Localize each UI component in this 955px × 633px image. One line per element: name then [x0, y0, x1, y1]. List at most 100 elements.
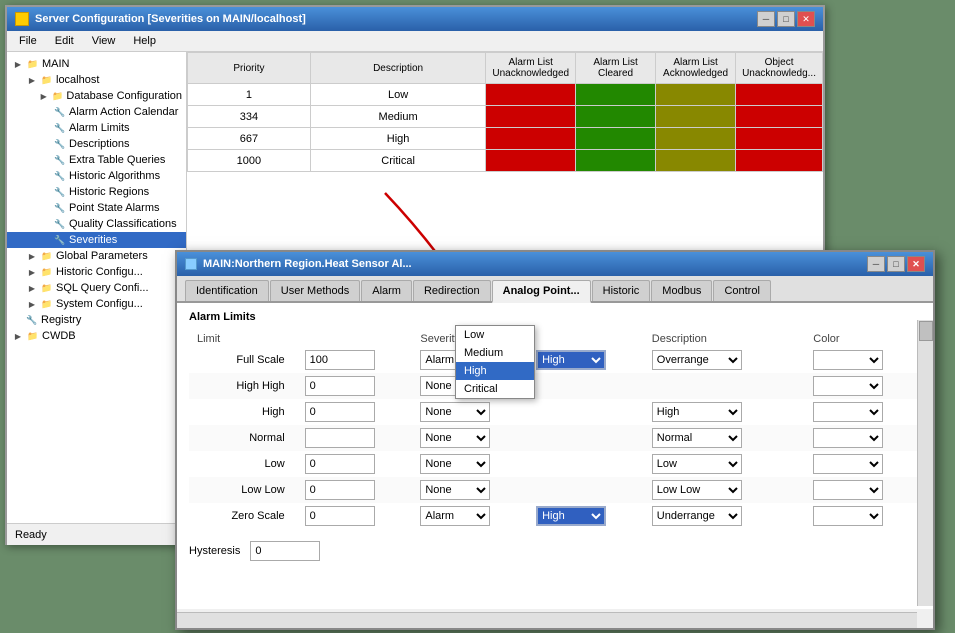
- menu-view[interactable]: View: [84, 33, 124, 49]
- color-cell[interactable]: [805, 347, 921, 373]
- color-select[interactable]: [813, 506, 883, 526]
- color-cell[interactable]: [805, 425, 921, 451]
- table-row[interactable]: 1 Low: [188, 84, 823, 106]
- limit-value[interactable]: [297, 347, 413, 373]
- close-button[interactable]: ✕: [797, 11, 815, 27]
- obj-unack-color-cell[interactable]: [736, 84, 823, 106]
- tree-item-globalparams[interactable]: ▶📁Global Parameters: [7, 248, 186, 264]
- ack-color-cell[interactable]: [656, 128, 736, 150]
- color-select[interactable]: [813, 454, 883, 474]
- severity-select[interactable]: Alarm None: [420, 506, 490, 526]
- color-cell[interactable]: [805, 477, 921, 503]
- tab-redirection[interactable]: Redirection: [413, 280, 491, 301]
- tree-item-histregions[interactable]: 🔧Historic Regions: [7, 184, 186, 200]
- menu-help[interactable]: Help: [125, 33, 164, 49]
- tree-item-main[interactable]: ▶📁MAIN: [7, 56, 186, 72]
- limit-value[interactable]: [297, 477, 413, 503]
- dropdown-option-low[interactable]: Low: [456, 326, 534, 344]
- severity-select[interactable]: None Alarm: [420, 480, 490, 500]
- severity-select-cell[interactable]: None Alarm: [412, 477, 528, 503]
- description-cell[interactable]: Low Low: [644, 477, 805, 503]
- description-select[interactable]: High: [652, 402, 742, 422]
- description-select[interactable]: Underrange: [652, 506, 742, 526]
- tree-item-localhost[interactable]: ▶📁localhost: [7, 72, 186, 88]
- value-input[interactable]: [305, 480, 375, 500]
- tree-item-pointstate[interactable]: 🔧Point State Alarms: [7, 200, 186, 216]
- severity-val-cell[interactable]: [528, 399, 644, 425]
- description-cell[interactable]: Low: [644, 451, 805, 477]
- cleared-color-cell[interactable]: [576, 150, 656, 172]
- ack-color-cell[interactable]: [656, 84, 736, 106]
- severity-val-select[interactable]: HighLowMediumCritical: [536, 506, 606, 526]
- obj-unack-color-cell[interactable]: [736, 150, 823, 172]
- value-input[interactable]: [305, 428, 375, 448]
- cleared-color-cell[interactable]: [576, 128, 656, 150]
- color-select[interactable]: [813, 480, 883, 500]
- tree-item-alarmcal[interactable]: 🔧Alarm Action Calendar: [7, 104, 186, 120]
- dialog-maximize[interactable]: □: [887, 256, 905, 272]
- severity-select[interactable]: None Alarm: [420, 428, 490, 448]
- severity-val-cell[interactable]: [528, 451, 644, 477]
- limit-value[interactable]: [297, 373, 413, 399]
- tree-item-descriptions[interactable]: 🔧Descriptions: [7, 136, 186, 152]
- severity-select-cell[interactable]: Alarm None: [412, 503, 528, 529]
- obj-unack-color-cell[interactable]: [736, 106, 823, 128]
- description-select[interactable]: Overrange: [652, 350, 742, 370]
- tab-user-methods[interactable]: User Methods: [270, 280, 360, 301]
- limit-value[interactable]: [297, 503, 413, 529]
- description-select[interactable]: Normal: [652, 428, 742, 448]
- cleared-color-cell[interactable]: [576, 84, 656, 106]
- value-input[interactable]: [305, 402, 375, 422]
- severity-select[interactable]: None Alarm: [420, 454, 490, 474]
- cleared-color-cell[interactable]: [576, 106, 656, 128]
- severity-val-cell[interactable]: [528, 477, 644, 503]
- severity-val-cell[interactable]: HighLowMediumCritical: [528, 503, 644, 529]
- color-cell[interactable]: [805, 373, 921, 399]
- ack-color-cell[interactable]: [656, 106, 736, 128]
- severity-val-cell[interactable]: [528, 373, 644, 399]
- dialog-close[interactable]: ✕: [907, 256, 925, 272]
- color-select[interactable]: [813, 376, 883, 396]
- tree-item-qualclass[interactable]: 🔧Quality Classifications: [7, 216, 186, 232]
- table-row[interactable]: 667 High: [188, 128, 823, 150]
- scrollbar[interactable]: [917, 320, 933, 606]
- tree-item-cwdb[interactable]: ▶📁CWDB: [7, 328, 186, 344]
- tab-alarm[interactable]: Alarm: [361, 280, 412, 301]
- color-select[interactable]: [813, 402, 883, 422]
- tree-item-severities[interactable]: 🔧Severities: [7, 232, 186, 248]
- value-input[interactable]: [305, 376, 375, 396]
- limit-value[interactable]: [297, 451, 413, 477]
- dropdown-option-medium[interactable]: Medium: [456, 344, 534, 362]
- severity-val-cell[interactable]: HighLowMediumCritical: [528, 347, 644, 373]
- ack-color-cell[interactable]: [656, 150, 736, 172]
- severity-select-cell[interactable]: None Alarm: [412, 425, 528, 451]
- color-cell[interactable]: [805, 451, 921, 477]
- description-cell[interactable]: Overrange: [644, 347, 805, 373]
- dropdown-option-critical[interactable]: Critical: [456, 380, 534, 398]
- color-cell[interactable]: [805, 399, 921, 425]
- value-input[interactable]: [305, 506, 375, 526]
- tree-item-histalgo[interactable]: 🔧Historic Algorithms: [7, 168, 186, 184]
- tree-item-histconfig[interactable]: ▶📁Historic Configu...: [7, 264, 186, 280]
- tree-item-dbconfig[interactable]: ▶📁Database Configuration: [7, 88, 186, 104]
- tab-historic[interactable]: Historic: [592, 280, 651, 301]
- severity-select-cell[interactable]: None Alarm: [412, 399, 528, 425]
- description-cell[interactable]: [644, 373, 805, 399]
- limit-value[interactable]: [297, 399, 413, 425]
- scrollbar-thumb[interactable]: [919, 321, 933, 341]
- severity-val-select[interactable]: HighLowMediumCritical: [536, 350, 606, 370]
- tree-item-sqlquery[interactable]: ▶📁SQL Query Confi...: [7, 280, 186, 296]
- limit-value[interactable]: [297, 425, 413, 451]
- table-row[interactable]: 1000 Critical: [188, 150, 823, 172]
- description-cell[interactable]: High: [644, 399, 805, 425]
- menu-edit[interactable]: Edit: [47, 33, 82, 49]
- dialog-minimize[interactable]: ─: [867, 256, 885, 272]
- tab-modbus[interactable]: Modbus: [651, 280, 712, 301]
- h-scrollbar[interactable]: [177, 612, 917, 628]
- unack-color-cell[interactable]: [486, 106, 576, 128]
- value-input[interactable]: [305, 454, 375, 474]
- tree-item-registry[interactable]: 🔧Registry: [7, 312, 186, 328]
- tab-identification[interactable]: Identification: [185, 280, 269, 301]
- value-input[interactable]: [305, 350, 375, 370]
- unack-color-cell[interactable]: [486, 150, 576, 172]
